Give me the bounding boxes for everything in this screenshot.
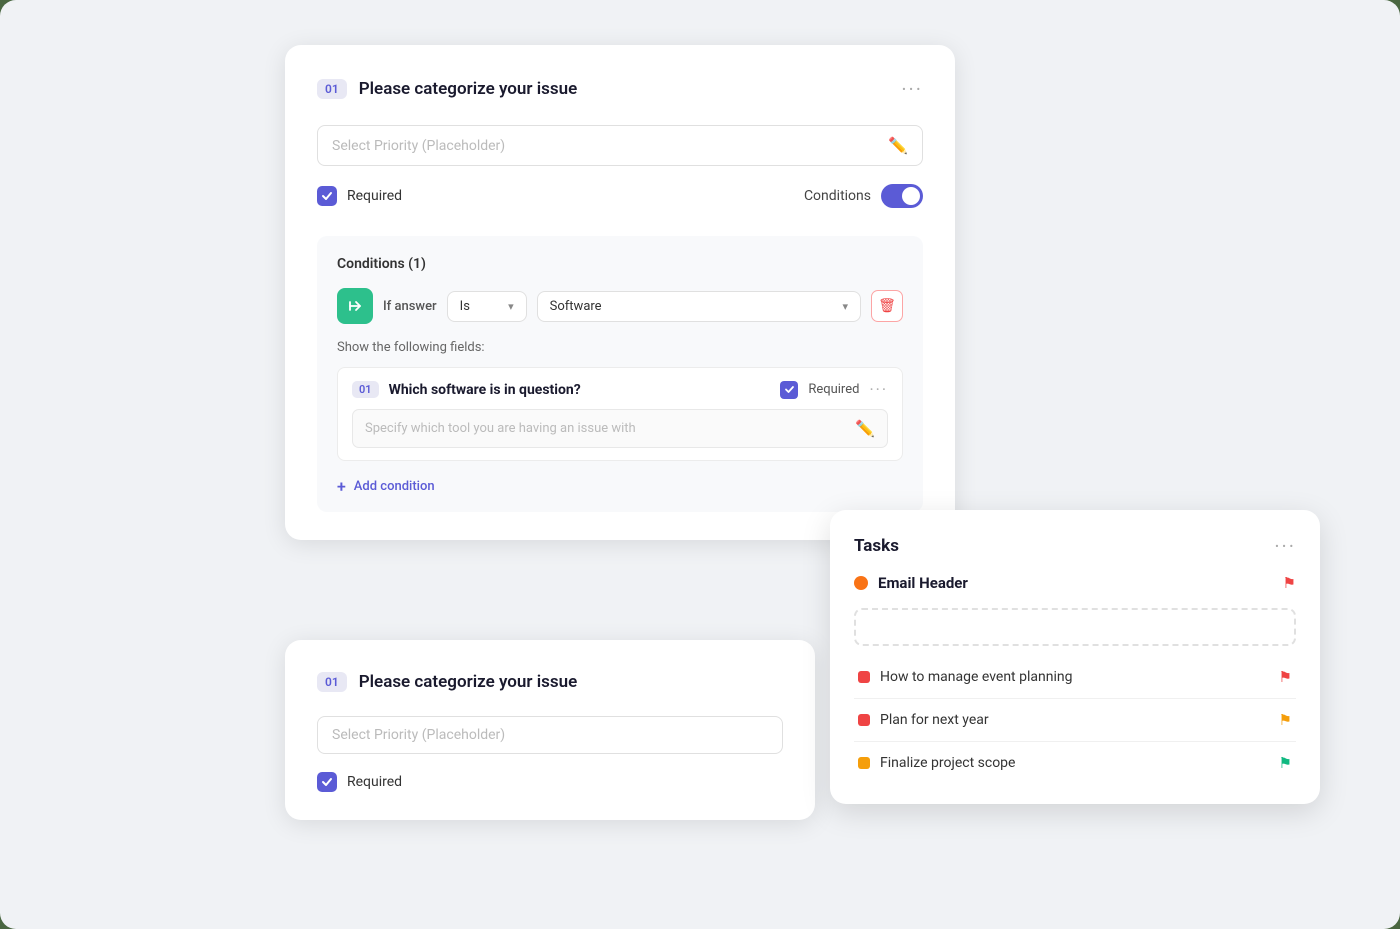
email-header-text: Email Header — [878, 574, 1273, 592]
task-item-2: Plan for next year ⚑ — [854, 699, 1296, 742]
email-header-row: Email Header ⚑ — [854, 574, 1296, 598]
field-title: Which software is in question? — [389, 382, 771, 398]
second-card-title: Please categorize your issue — [359, 672, 578, 692]
email-header-flag-icon: ⚑ — [1283, 574, 1296, 592]
dashed-placeholder — [854, 608, 1296, 646]
second-card-header-left: 01 Please categorize your issue — [317, 672, 577, 692]
second-priority-placeholder: Select Priority (Placeholder) — [332, 727, 768, 743]
field-more-icon[interactable]: ··· — [869, 380, 888, 399]
tasks-title: Tasks — [854, 536, 899, 556]
field-item-header: 01 Which software is in question? Requir… — [352, 380, 888, 399]
task-flag-2: ⚑ — [1279, 711, 1292, 729]
field-input-row[interactable]: Specify which tool you are having an iss… — [352, 409, 888, 448]
task-flag-3: ⚑ — [1279, 754, 1292, 772]
conditions-section: Conditions (1) If answer Is ▾ Software — [317, 236, 923, 512]
condition-row: If answer Is ▾ Software ▾ 🗑 — [337, 288, 903, 324]
tasks-more-icon[interactable]: ··· — [1274, 534, 1296, 558]
field-required-checkbox[interactable] — [780, 381, 798, 399]
toggle-knob — [902, 187, 920, 205]
card-title: Please categorize your issue — [359, 79, 578, 99]
step-badge: 01 — [317, 79, 347, 99]
second-priority-input-row[interactable]: Select Priority (Placeholder) — [317, 716, 783, 754]
task-flag-1: ⚑ — [1279, 668, 1292, 686]
orange-dot — [854, 576, 868, 590]
is-dropdown[interactable]: Is ▾ — [447, 291, 527, 322]
conditions-toggle[interactable] — [881, 184, 923, 208]
required-checkbox-group: Required — [317, 186, 402, 206]
is-chevron-icon: ▾ — [508, 300, 514, 313]
field-step-badge: 01 — [352, 381, 379, 398]
software-dropdown[interactable]: Software ▾ — [537, 291, 861, 322]
is-option: Is — [460, 299, 470, 314]
second-required-group: Required — [317, 772, 783, 792]
page-background: 01 Please categorize your issue ··· Sele… — [0, 0, 1400, 929]
tasks-header: Tasks ··· — [854, 534, 1296, 558]
required-label: Required — [347, 188, 402, 204]
condition-icon — [337, 288, 373, 324]
pencil-icon[interactable]: ✏️ — [888, 136, 908, 155]
tasks-panel: Tasks ··· Email Header ⚑ How to manage e… — [830, 510, 1320, 804]
delete-condition-button[interactable]: 🗑 — [871, 290, 903, 322]
field-input-placeholder: Specify which tool you are having an iss… — [365, 421, 855, 436]
card-header: 01 Please categorize your issue ··· — [317, 77, 923, 101]
main-card: 01 Please categorize your issue ··· Sele… — [285, 45, 955, 540]
task-item-1: How to manage event planning ⚑ — [854, 656, 1296, 699]
task-text-3: Finalize project scope — [880, 755, 1269, 771]
second-card: 01 Please categorize your issue Select P… — [285, 640, 815, 820]
field-pencil-icon[interactable]: ✏️ — [855, 419, 875, 438]
card-header-left: 01 Please categorize your issue — [317, 79, 577, 99]
conditions-title: Conditions (1) — [337, 256, 903, 272]
second-card-header: 01 Please categorize your issue — [317, 672, 783, 692]
software-option: Software — [550, 299, 602, 314]
if-answer-label: If answer — [383, 299, 437, 314]
task-dot-2 — [858, 714, 870, 726]
priority-placeholder: Select Priority (Placeholder) — [332, 138, 888, 154]
field-required-label: Required — [808, 382, 859, 397]
required-checkbox[interactable] — [317, 186, 337, 206]
software-chevron-icon: ▾ — [842, 300, 848, 313]
field-item: 01 Which software is in question? Requir… — [337, 367, 903, 461]
task-dot-3 — [858, 757, 870, 769]
add-condition-label: Add condition — [354, 479, 435, 494]
show-fields-label: Show the following fields: — [337, 340, 903, 355]
add-condition-row[interactable]: + Add condition — [337, 477, 903, 496]
trash-icon: 🗑 — [878, 298, 896, 314]
conditions-text: Conditions — [804, 188, 871, 204]
conditions-toggle-group: Conditions — [804, 184, 923, 208]
more-options-icon[interactable]: ··· — [901, 77, 923, 101]
task-dot-1 — [858, 671, 870, 683]
plus-icon: + — [337, 477, 346, 496]
second-required-checkbox[interactable] — [317, 772, 337, 792]
task-text-1: How to manage event planning — [880, 669, 1269, 685]
second-step-badge: 01 — [317, 672, 347, 692]
priority-input-row[interactable]: Select Priority (Placeholder) ✏️ — [317, 125, 923, 166]
task-item-3: Finalize project scope ⚑ — [854, 742, 1296, 784]
second-required-label: Required — [347, 774, 402, 790]
required-conditions-row: Required Conditions — [317, 184, 923, 208]
task-text-2: Plan for next year — [880, 712, 1269, 728]
